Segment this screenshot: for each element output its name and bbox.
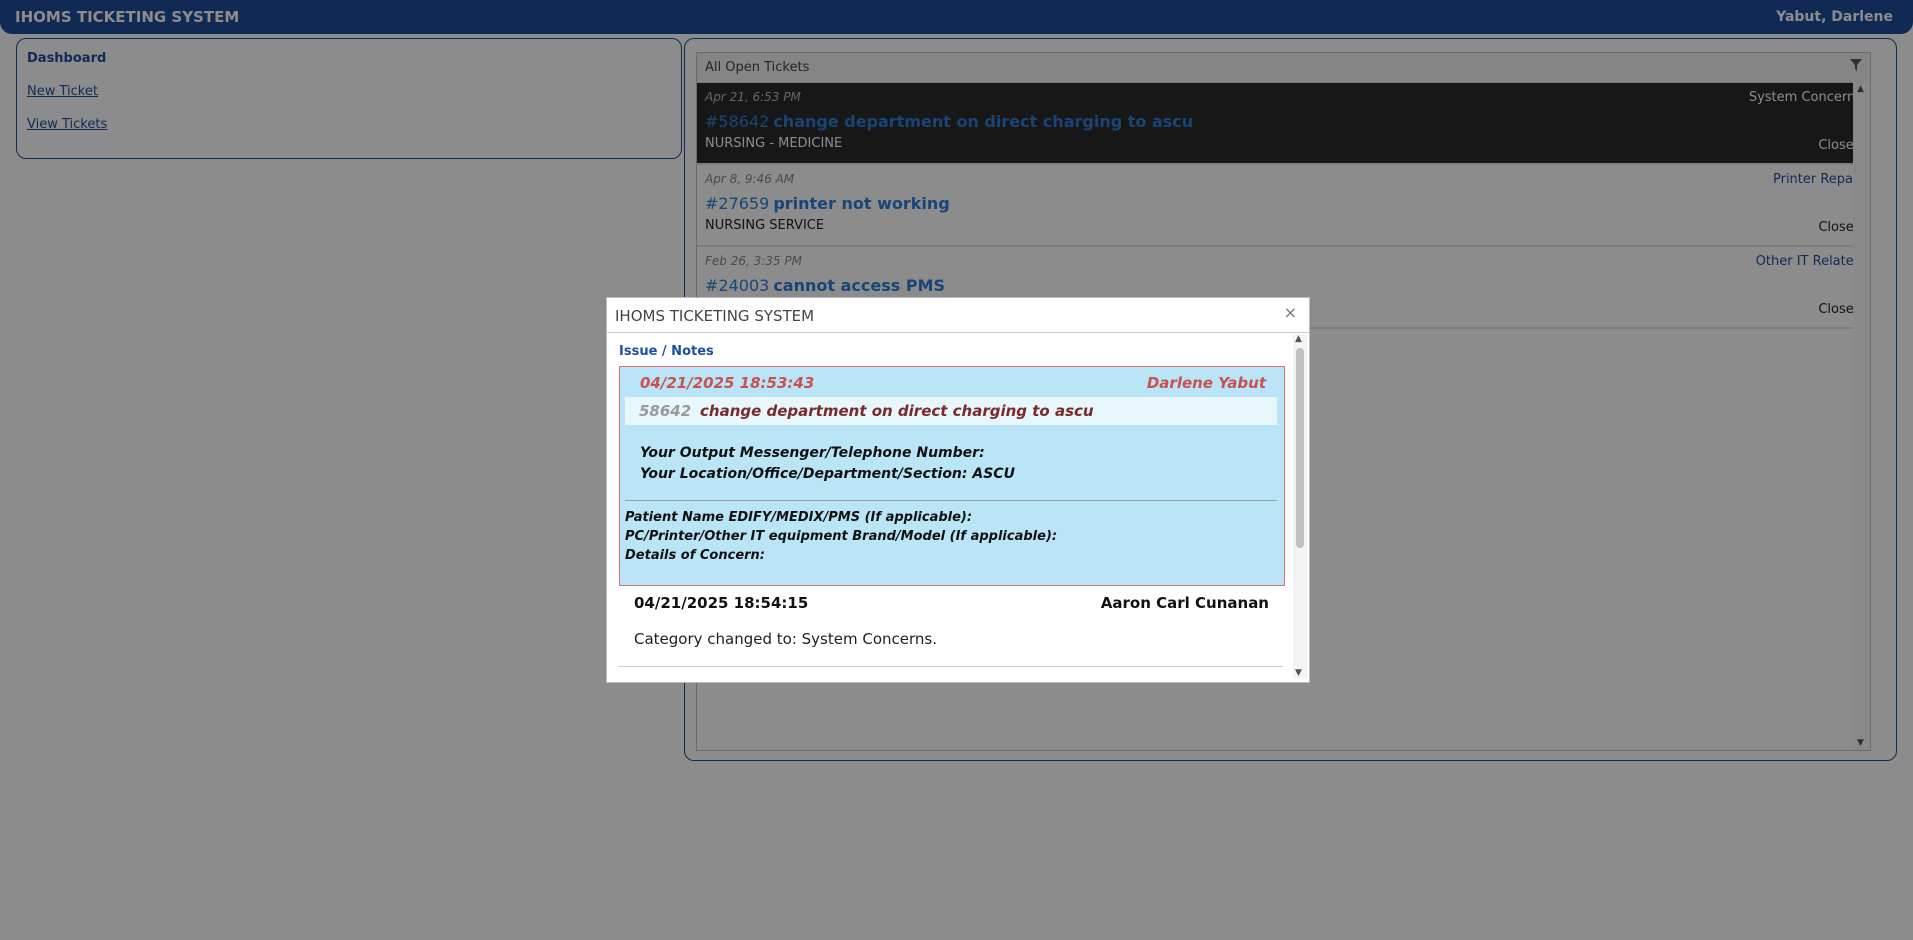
ticket-detail-dialog: IHOMS TICKETING SYSTEM × Issue / Notes 0… (606, 297, 1310, 683)
dialog-scroll-thumb[interactable] (1296, 348, 1304, 548)
note-contact-line: Your Output Messenger/Telephone Number: (640, 445, 985, 461)
note-location-line: Your Location/Office/Department/Section:… (640, 466, 1015, 482)
scroll-up-arrow-icon[interactable]: ▲ (1295, 334, 1302, 344)
log-text: Category changed to: System Concerns. (634, 630, 937, 648)
note-details-line: Details of Concern: (625, 548, 765, 563)
note-date: 04/21/2025 18:53:43 (640, 374, 815, 392)
dialog-title: IHOMS TICKETING SYSTEM (615, 307, 815, 325)
dialog-title-divider (607, 332, 1309, 333)
note-equipment-line: PC/Printer/Other IT equipment Brand/Mode… (625, 529, 1058, 544)
scroll-down-arrow-icon[interactable]: ▼ (1295, 668, 1302, 678)
note-ticket-id: 58642 (639, 402, 692, 420)
note-divider (625, 500, 1277, 501)
note-author: Darlene Yabut (1146, 374, 1266, 392)
close-icon[interactable]: × (1284, 303, 1297, 322)
section-label: Issue / Notes (619, 344, 714, 359)
dialog-body: Issue / Notes 04/21/2025 18:53:43 Darlen… (617, 338, 1289, 678)
log-divider (619, 666, 1283, 667)
log-author: Aaron Carl Cunanan (1100, 594, 1269, 612)
note-subject: change department on direct charging to … (700, 402, 1094, 420)
dialog-scrollbar[interactable]: ▲ ▼ (1293, 334, 1307, 678)
log-date: 04/21/2025 18:54:15 (634, 594, 809, 612)
issue-note-card: 04/21/2025 18:53:43 Darlene Yabut 58642 … (619, 366, 1285, 586)
note-title-row: 58642 change department on direct chargi… (625, 397, 1277, 425)
note-patient-line: Patient Name EDIFY/MEDIX/PMS (If applica… (625, 510, 973, 525)
